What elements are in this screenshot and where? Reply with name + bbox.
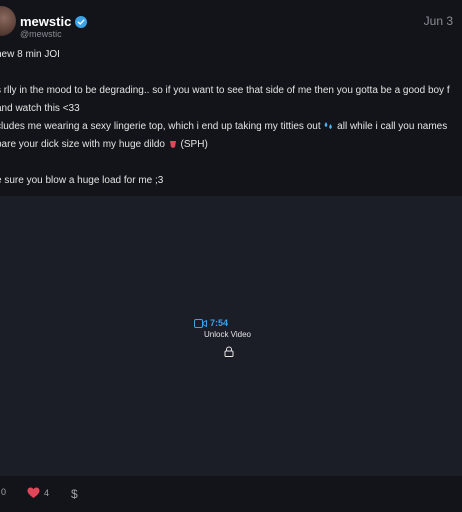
user-handle[interactable]: @mewstic	[20, 29, 62, 39]
post-footer: 0 4 $	[0, 476, 462, 512]
caption-text: cludes me wearing a sexy lingerie top, w…	[0, 121, 321, 132]
verified-badge-icon	[75, 15, 88, 28]
unlock-video-button[interactable]: Unlock Video	[204, 330, 251, 339]
caption-text: pare your dick size with my huge dildo	[0, 139, 165, 150]
caption-line: and watch this <33	[0, 103, 80, 114]
likes-count: 4	[44, 488, 50, 498]
caption-line: new 8 min JOI	[0, 49, 60, 60]
username[interactable]: mewstic	[20, 14, 88, 29]
post-date: Jun 3	[423, 14, 453, 28]
caption-line: cludes me wearing a sexy lingerie top, w…	[0, 118, 447, 136]
heart-icon	[27, 487, 40, 498]
dollar-icon: $	[71, 487, 78, 501]
lock-icon[interactable]	[224, 346, 234, 357]
duration-text: 7:54	[210, 318, 229, 328]
avatar[interactable]	[0, 6, 16, 36]
caption-line: pare your dick size with my huge dildo (…	[0, 136, 208, 154]
caption-text: all while i call you names	[337, 121, 448, 132]
like-button[interactable]: 4	[27, 487, 49, 499]
tip-button[interactable]: $	[71, 487, 78, 501]
sweat-droplets-icon	[325, 122, 333, 130]
caption-line: e sure you blow a huge load for me ;3	[0, 175, 164, 186]
caption-line: s rlly in the mood to be degrading.. so …	[0, 85, 450, 96]
comments-count: 0	[1, 487, 7, 497]
post-header: mewstic @mewstic Jun 3	[0, 0, 462, 44]
caption-text: (SPH)	[180, 139, 208, 150]
comments-button[interactable]: 0	[1, 487, 6, 497]
post-card: mewstic @mewstic Jun 3 new 8 min JOI s r…	[0, 0, 462, 512]
post-caption: new 8 min JOI s rlly in the mood to be d…	[0, 46, 462, 196]
video-duration: 7:54	[194, 318, 228, 328]
video-camera-icon	[194, 318, 207, 328]
username-text[interactable]: mewstic	[20, 14, 71, 29]
red-emoji-icon	[169, 141, 176, 149]
